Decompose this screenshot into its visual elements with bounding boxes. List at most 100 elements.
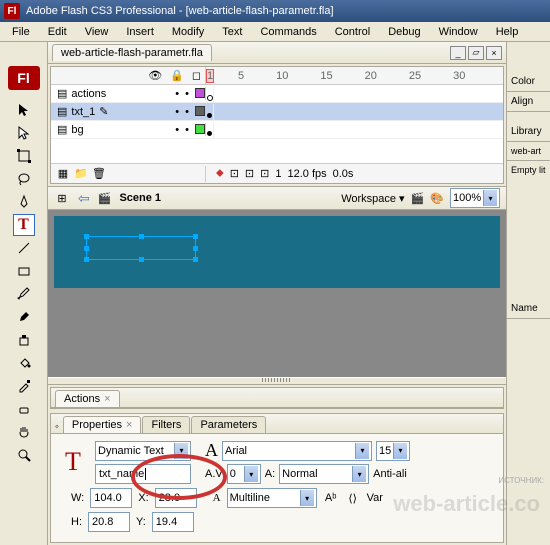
line-tool[interactable] <box>13 237 35 259</box>
menu-modify[interactable]: Modify <box>164 24 212 40</box>
html-toggle[interactable]: ⟨⟩ <box>345 490 361 506</box>
window-title: Adobe Flash CS3 Professional - [web-arti… <box>26 5 334 17</box>
delete-layer-button[interactable]: 🗑 <box>91 166 107 182</box>
tab-parameters[interactable]: Parameters <box>191 416 266 433</box>
menu-debug[interactable]: Debug <box>380 24 428 40</box>
x-label: X: <box>138 492 148 504</box>
selectable-toggle[interactable]: Aᵇ <box>323 490 339 506</box>
actions-panel: Actions× <box>50 387 504 409</box>
tab-filters[interactable]: Filters <box>142 416 190 433</box>
width-input[interactable]: 104.0 <box>90 488 132 508</box>
linetype-icon: A <box>213 492 221 504</box>
var-label: Var <box>367 492 383 504</box>
scene-icon: 🎬 <box>98 192 112 205</box>
menu-file[interactable]: File <box>4 24 38 40</box>
text-type-icon: T <box>57 446 89 478</box>
library-doc[interactable]: web-art <box>507 142 550 161</box>
stage[interactable] <box>54 216 500 288</box>
align-panel-tab[interactable]: Align <box>507 92 550 112</box>
selected-textfield[interactable] <box>86 236 196 260</box>
hand-tool[interactable] <box>13 421 35 443</box>
new-folder-button[interactable]: 📁 <box>73 166 89 182</box>
menu-help[interactable]: Help <box>488 24 527 40</box>
menu-commands[interactable]: Commands <box>252 24 324 40</box>
outline-icon[interactable]: ◻ <box>192 69 201 82</box>
menu-edit[interactable]: Edit <box>40 24 75 40</box>
frame-ruler[interactable]: 1 5 10 15 20 25 30 <box>206 67 503 84</box>
tab-properties[interactable]: Properties× <box>63 416 142 433</box>
layer-actions[interactable]: ▤ actions •• <box>51 85 503 103</box>
workspace-menu[interactable]: Workspace ▾ <box>341 192 404 205</box>
eye-icon[interactable]: 👁 <box>148 69 162 82</box>
watermark: web-article.co <box>393 491 540 517</box>
text-type-select[interactable]: Dynamic Text▾ <box>95 441 191 461</box>
edit-multiple-icon[interactable]: ⊡ <box>260 167 269 180</box>
new-layer-button[interactable]: ▦ <box>55 166 71 182</box>
line-type-select[interactable]: Multiline▾ <box>227 488 317 508</box>
text-tool[interactable]: T <box>13 214 35 236</box>
doc-restore-button[interactable]: ▱ <box>468 46 484 60</box>
doc-close-button[interactable]: × <box>486 46 502 60</box>
layer-icon: ▤ <box>57 105 67 118</box>
scene-name[interactable]: Scene 1 <box>119 192 161 204</box>
back-arrow-icon[interactable]: ⇦ <box>78 190 90 207</box>
letter-spacing-input[interactable]: 0▾ <box>227 464 261 484</box>
edit-symbol-icon[interactable]: 🎨 <box>430 192 444 205</box>
menu-view[interactable]: View <box>77 24 117 40</box>
menu-text[interactable]: Text <box>214 24 250 40</box>
layer-bg[interactable]: ▤ bg •• <box>51 121 503 139</box>
close-icon[interactable]: × <box>104 393 110 405</box>
rectangle-tool[interactable] <box>13 260 35 282</box>
zoom-select[interactable]: 100%▾ <box>450 188 500 208</box>
pen-tool[interactable] <box>13 191 35 213</box>
layer-txt1[interactable]: ▤ txt_1 ✎ •• <box>51 103 503 121</box>
menu-control[interactable]: Control <box>327 24 378 40</box>
elapsed-time: 0.0s <box>333 168 354 180</box>
library-name-column[interactable]: Name <box>507 299 550 319</box>
title-bar: Fl Adobe Flash CS3 Professional - [web-a… <box>0 0 550 22</box>
font-size-input[interactable]: 15▾ <box>376 441 410 461</box>
current-frame: 1 <box>275 168 281 180</box>
h-label: H: <box>71 516 82 528</box>
menu-window[interactable]: Window <box>431 24 486 40</box>
brush-tool[interactable] <box>13 306 35 328</box>
library-panel-tab[interactable]: Library <box>507 122 550 142</box>
lock-icon[interactable]: 🔒 <box>170 69 184 82</box>
menu-bar: File Edit View Insert Modify Text Comman… <box>0 22 550 42</box>
timeline-toggle-icon[interactable]: ⊞ <box>54 190 70 206</box>
antialias-select[interactable]: Normal▾ <box>279 464 369 484</box>
eraser-tool[interactable] <box>13 398 35 420</box>
stage-container <box>48 210 506 377</box>
w-label: W: <box>71 492 84 504</box>
letter-spacing-label: A.V <box>205 468 223 480</box>
actions-tab[interactable]: Actions× <box>55 390 120 407</box>
edit-scene-icon[interactable]: 🎬 <box>411 192 425 205</box>
menu-insert[interactable]: Insert <box>118 24 162 40</box>
pencil-tool[interactable] <box>13 283 35 305</box>
source-label: ИСТОЧНИК: <box>498 476 544 485</box>
font-select[interactable]: Arial▾ <box>222 441 372 461</box>
onion-outline-icon[interactable]: ⊡ <box>245 167 254 180</box>
selection-tool[interactable] <box>13 99 35 121</box>
x-input[interactable]: 28.0 <box>155 488 197 508</box>
height-input[interactable]: 20.8 <box>88 512 130 532</box>
paint-bucket-tool[interactable] <box>13 352 35 374</box>
font-label-icon: A <box>205 440 218 461</box>
flash-banner-icon: Fl <box>8 66 40 90</box>
onion-skin-icon[interactable]: ⊡ <box>230 167 239 180</box>
zoom-tool[interactable] <box>13 444 35 466</box>
y-input[interactable]: 19.4 <box>152 512 194 532</box>
ink-bottle-tool[interactable] <box>13 329 35 351</box>
document-tab[interactable]: web-article-flash-parametr.fla <box>52 44 212 61</box>
subselection-tool[interactable] <box>13 122 35 144</box>
color-panel-tab[interactable]: Color <box>507 72 550 92</box>
free-transform-tool[interactable] <box>13 145 35 167</box>
doc-minimize-button[interactable]: _ <box>450 46 466 60</box>
playhead-icon: ⬥ <box>216 167 224 180</box>
eyedropper-tool[interactable] <box>13 375 35 397</box>
lasso-tool[interactable] <box>13 168 35 190</box>
timeline-panel: 👁 🔒 ◻ 1 5 10 15 20 25 30 ▤ actions <box>50 66 504 184</box>
panel-drag-bar[interactable] <box>48 377 506 385</box>
instance-name-input[interactable]: txt_name <box>95 464 191 484</box>
pencil-icon: ✎ <box>99 105 108 118</box>
